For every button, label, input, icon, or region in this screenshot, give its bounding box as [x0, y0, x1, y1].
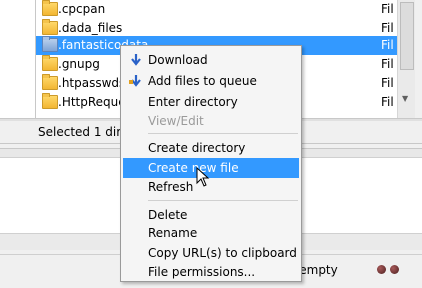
- menu-item-delete[interactable]: Delete: [123, 205, 299, 225]
- menu-item-label: File permissions...: [148, 265, 256, 279]
- file-type: Fil: [381, 21, 394, 35]
- menu-item-rename[interactable]: Rename: [123, 223, 299, 243]
- menu-item-view-edit: View/Edit: [123, 111, 299, 131]
- menu-item-label: Refresh: [148, 180, 194, 194]
- scrollbar-thumb[interactable]: [400, 2, 414, 70]
- download-icon: [131, 54, 141, 66]
- menu-item-label: View/Edit: [148, 114, 204, 128]
- menu-item-label: Enter directory: [148, 95, 238, 109]
- menu-item-add-to-queue[interactable]: Add files to queue: [123, 71, 299, 91]
- menu-item-create-new-file[interactable]: Create new file: [123, 158, 299, 178]
- file-type: Fil: [381, 76, 394, 90]
- folder-icon: [42, 74, 58, 90]
- folder-icon: [42, 0, 58, 16]
- menu-item-refresh[interactable]: Refresh: [123, 177, 299, 197]
- menu-item-label: Download: [148, 53, 208, 67]
- status-light-icon: [377, 265, 386, 274]
- folder-icon: [42, 93, 58, 109]
- folder-icon: [42, 19, 58, 35]
- tree-pane[interactable]: [0, 0, 36, 118]
- menu-item-file-permissions[interactable]: File permissions...: [123, 262, 299, 282]
- folder-icon: [42, 36, 58, 52]
- menu-item-create-directory[interactable]: Create directory: [123, 138, 299, 158]
- menu-item-download[interactable]: Download: [123, 50, 299, 70]
- menu-item-copy-url[interactable]: Copy URL(s) to clipboard: [123, 243, 299, 263]
- file-row[interactable]: .cpcpan Fil: [36, 0, 398, 19]
- remote-site-panel: .cpcpan Fil .dada_files Fil .fantasticod…: [0, 0, 422, 288]
- menu-item-label: Delete: [148, 208, 188, 222]
- menu-item-label: Add files to queue: [148, 74, 257, 88]
- file-name: .gnupg: [58, 57, 100, 71]
- folder-icon: [42, 55, 58, 71]
- menu-separator: [148, 133, 298, 134]
- file-name: .htpasswds: [58, 76, 126, 90]
- file-name: .dada_files: [58, 21, 123, 35]
- menu-item-enter-directory[interactable]: Enter directory: [123, 92, 299, 112]
- file-type: Fil: [381, 2, 394, 16]
- file-type: Fil: [381, 95, 394, 109]
- file-type: Fil: [381, 57, 394, 71]
- vertical-scrollbar[interactable]: ▼: [397, 0, 415, 118]
- menu-item-label: Copy URL(s) to clipboard: [148, 246, 297, 260]
- add-to-queue-icon: [129, 75, 141, 87]
- file-name: .cpcpan: [58, 2, 106, 16]
- menu-item-label: Rename: [148, 226, 198, 240]
- menu-separator: [148, 200, 298, 201]
- menu-item-label: Create directory: [148, 141, 246, 155]
- scroll-down-icon[interactable]: ▼: [402, 94, 408, 103]
- status-light-icon: [390, 265, 399, 274]
- mouse-cursor-icon: [196, 167, 210, 187]
- file-type: Fil: [381, 38, 394, 52]
- menu-item-label: Create new file: [148, 161, 239, 175]
- context-menu: Download Add files to queue Enter direct…: [120, 45, 302, 282]
